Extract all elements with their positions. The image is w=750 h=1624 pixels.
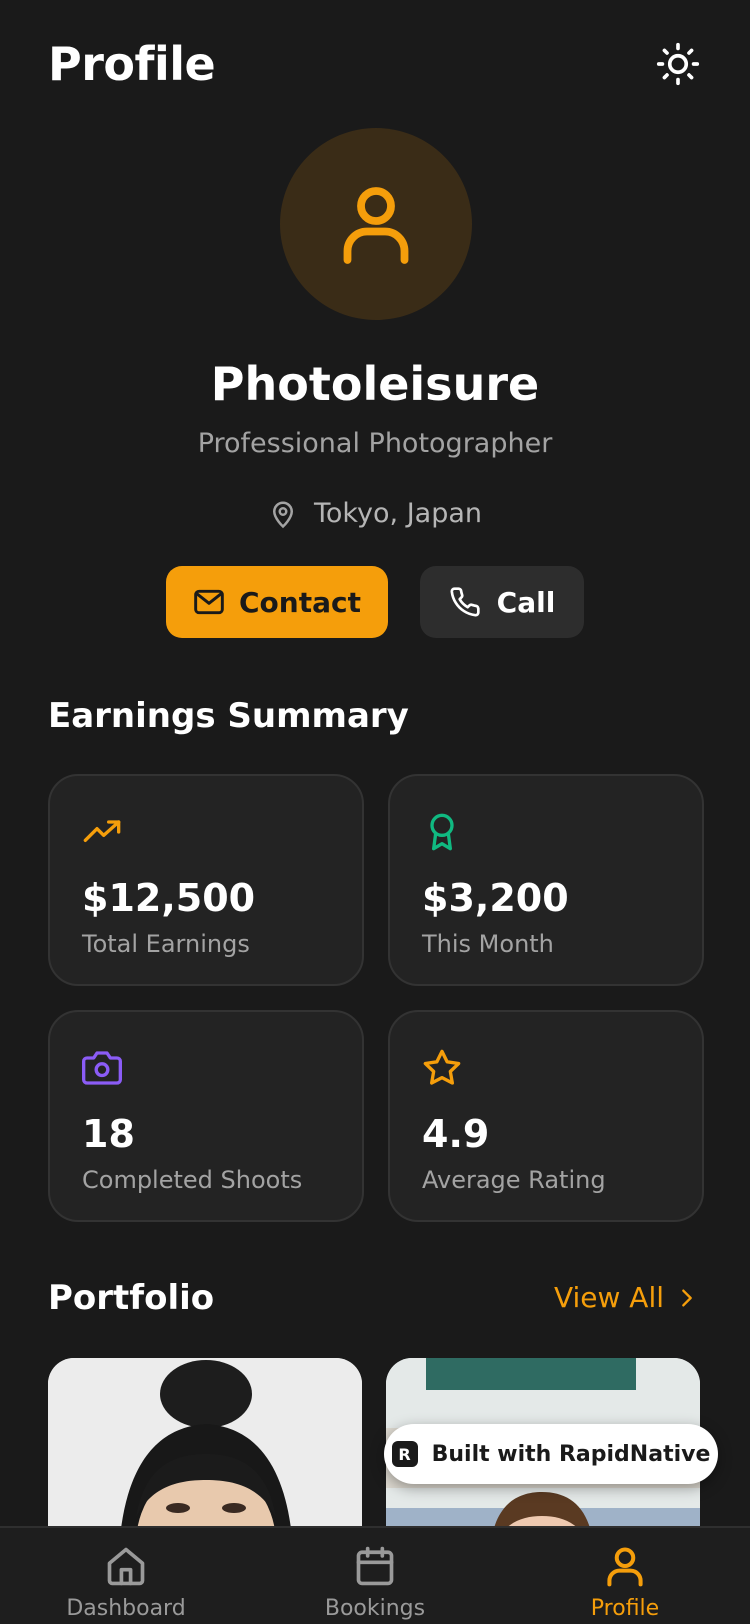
tab-bookings[interactable]: Bookings [275,1544,475,1624]
profile-location: Tokyo, Japan [0,492,750,536]
avatar[interactable] [280,128,472,320]
award-icon [430,813,454,851]
theme-toggle-button[interactable] [654,40,702,88]
home-icon [107,1547,145,1586]
view-all-link[interactable]: View All [554,1276,698,1320]
chevron-right-icon [682,1289,692,1307]
earnings-section-title: Earnings Summary [48,696,409,736]
tab-label: Bookings [324,1596,426,1621]
stat-value: 4.9 [422,1112,490,1156]
tab-label: Profile [590,1596,660,1621]
calendar-icon [356,1546,394,1586]
user-icon [607,1547,643,1587]
bottom-tab-bar: Dashboard Bookings Profile [0,1526,750,1624]
stat-value: $3,200 [422,876,569,920]
call-label: Call [496,585,556,619]
stat-card-average-rating[interactable]: 4.9 Average Rating [388,1010,704,1222]
call-button[interactable]: Call [420,566,584,638]
page-title: Profile [48,37,216,91]
badge-text: Built with RapidNative [431,1441,711,1467]
stat-value: 18 [82,1112,135,1156]
camera-icon [82,1051,122,1085]
contact-label: Contact [239,585,361,619]
stat-label: Completed Shoots [82,1166,303,1194]
stat-label: Total Earnings [82,930,250,958]
phone-icon [450,587,480,617]
stat-label: Average Rating [422,1166,606,1194]
stat-value: $12,500 [82,876,256,920]
stat-card-completed-shoots[interactable]: 18 Completed Shoots [48,1010,364,1222]
profile-name: Photoleisure [210,357,540,411]
user-icon [343,187,409,264]
stat-card-total-earnings[interactable]: $12,500 Total Earnings [48,774,364,986]
tab-profile[interactable]: Profile [525,1544,725,1624]
built-with-badge[interactable]: R Built with RapidNative [384,1424,718,1484]
star-icon [423,1049,461,1085]
map-pin-icon [272,501,293,529]
trending-up-icon [83,820,121,842]
rapidnative-logo-icon: R [391,1441,418,1467]
mail-icon [194,589,224,615]
stat-card-this-month[interactable]: $3,200 This Month [388,774,704,986]
location-text: Tokyo, Japan [313,498,483,529]
portfolio-section-title: Portfolio [48,1278,215,1318]
contact-button[interactable]: Contact [166,566,388,638]
tab-label: Dashboard [66,1596,186,1621]
tab-dashboard[interactable]: Dashboard [26,1544,226,1624]
stat-label: This Month [422,930,554,958]
profile-profession: Professional Photographer [197,428,553,459]
view-all-label: View All [553,1281,664,1314]
sun-icon [656,42,700,86]
header: Profile [48,34,702,94]
